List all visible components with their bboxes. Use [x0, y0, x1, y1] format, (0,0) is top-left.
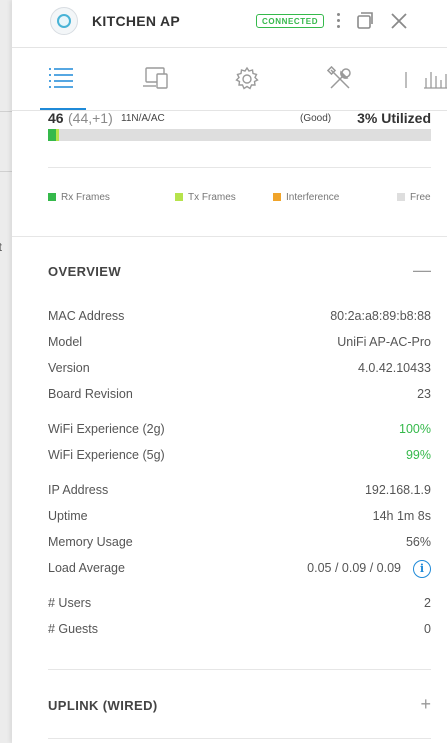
- background-text-fragment: ut: [0, 240, 3, 254]
- legend-item: Interference: [273, 192, 339, 203]
- info-icon[interactable]: i: [413, 560, 431, 578]
- legend-swatch: [397, 193, 405, 201]
- collapse-icon[interactable]: —: [413, 260, 431, 281]
- row-value: 80:2a:a8:89:b8:88: [330, 309, 431, 323]
- legend-item: Free: [397, 192, 431, 203]
- clients-detail: (44,+1): [68, 110, 113, 126]
- legend-swatch: [48, 193, 56, 201]
- tab-clients[interactable]: [142, 66, 172, 92]
- devices-icon: [143, 67, 168, 89]
- divider: [48, 167, 431, 168]
- row-value: 23: [417, 387, 431, 401]
- legend-item: Tx Frames: [175, 192, 236, 203]
- overview-row: MAC Address 80:2a:a8:89:b8:88: [48, 309, 431, 327]
- overview-row: # Guests 0: [48, 622, 431, 640]
- uplink-header[interactable]: UPLINK (WIRED) +: [48, 694, 431, 718]
- radio-mode: 11N/A/AC: [121, 113, 165, 124]
- divider: [48, 738, 431, 739]
- tab-configuration[interactable]: [234, 66, 264, 92]
- row-key: Uptime: [48, 509, 88, 523]
- row-value: 100%: [399, 422, 431, 436]
- row-key: MAC Address: [48, 309, 125, 323]
- divider: [48, 669, 431, 670]
- restore-icon[interactable]: [353, 10, 375, 32]
- close-icon[interactable]: [388, 10, 410, 32]
- tab-tools[interactable]: [326, 65, 357, 92]
- row-value: 56%: [405, 535, 431, 549]
- utilization-label: 3% Utilized: [357, 110, 431, 126]
- status-badge: CONNECTED: [256, 14, 325, 28]
- overview-row: Load Average 0.05 / 0.09 / 0.09 i: [48, 560, 431, 579]
- row-value: UniFi AP-AC-Pro: [337, 335, 431, 349]
- row-key: Load Average: [48, 561, 125, 575]
- row-value: 0: [424, 622, 431, 636]
- legend-swatch: [273, 193, 281, 201]
- rx-frames-segment: [48, 129, 56, 141]
- row-value: 2: [424, 596, 431, 610]
- tab-details[interactable]: [40, 66, 86, 110]
- overview-row: WiFi Experience (2g) 100%: [48, 422, 431, 440]
- row-key: Memory Usage: [48, 535, 133, 549]
- overview-row: WiFi Experience (5g) 99%: [48, 448, 431, 466]
- device-properties-panel: KITCHEN AP CONNECTED 46 (44,+1) 11N/A/AC…: [12, 0, 447, 743]
- legend-label: Free: [410, 192, 431, 203]
- legend-swatch: [175, 193, 183, 201]
- row-value: 4.0.42.10433: [358, 361, 431, 375]
- row-key: # Guests: [48, 622, 99, 636]
- overview-header[interactable]: OVERVIEW —: [48, 260, 431, 284]
- overview-row: Version 4.0.42.10433: [48, 361, 431, 379]
- overview-row: # Users 2: [48, 596, 431, 614]
- row-value: 14h 1m 8s: [372, 509, 431, 523]
- device-icon: [50, 7, 78, 35]
- legend-label: Interference: [286, 192, 340, 203]
- divider: [0, 111, 12, 112]
- row-key: IP Address: [48, 483, 109, 497]
- row-key: Model: [48, 335, 83, 349]
- list-icon: [49, 68, 73, 88]
- uplink-title: UPLINK (WIRED): [48, 698, 158, 713]
- row-key: Version: [48, 361, 90, 375]
- channel-quality: (Good): [300, 113, 332, 124]
- row-key: WiFi Experience (5g): [48, 448, 165, 462]
- divider: [12, 236, 447, 237]
- divider: [0, 171, 12, 172]
- tools-icon: [326, 65, 351, 89]
- row-key: # Users: [48, 596, 92, 610]
- tab-statistics[interactable]: [404, 66, 447, 92]
- row-value: 0.05 / 0.09 / 0.09: [307, 561, 401, 575]
- overview-row: Uptime 14h 1m 8s: [48, 509, 431, 527]
- overview-row: Memory Usage 56%: [48, 535, 431, 553]
- channel-utilization-bar: [48, 129, 431, 141]
- row-key: Board Revision: [48, 387, 133, 401]
- overview-title: OVERVIEW: [48, 264, 122, 279]
- row-value: 99%: [405, 448, 431, 462]
- device-name: KITCHEN AP: [92, 13, 181, 29]
- tab-bar: [12, 48, 447, 111]
- utilization-legend: Rx Frames Tx Frames Interference Free: [48, 192, 447, 206]
- row-value: 192.168.1.9: [364, 483, 431, 497]
- legend-label: Rx Frames: [61, 192, 110, 203]
- legend-item: Rx Frames: [48, 192, 110, 203]
- bar-chart-icon: [405, 72, 447, 89]
- kebab-menu-icon[interactable]: [333, 10, 343, 32]
- clients-count: 46: [48, 110, 64, 126]
- overview-row: Board Revision 23: [48, 387, 431, 405]
- tx-frames-segment: [55, 129, 60, 141]
- legend-label: Tx Frames: [188, 192, 236, 203]
- overview-row: Model UniFi AP-AC-Pro: [48, 335, 431, 353]
- radio-stats-row: 46 (44,+1) 11N/A/AC (Good) 3% Utilized: [48, 108, 431, 128]
- expand-icon[interactable]: +: [420, 694, 431, 715]
- overview-row: IP Address 192.168.1.9: [48, 483, 431, 501]
- panel-header: KITCHEN AP CONNECTED: [12, 0, 447, 48]
- row-key: WiFi Experience (2g): [48, 422, 165, 436]
- gear-icon: [235, 66, 259, 90]
